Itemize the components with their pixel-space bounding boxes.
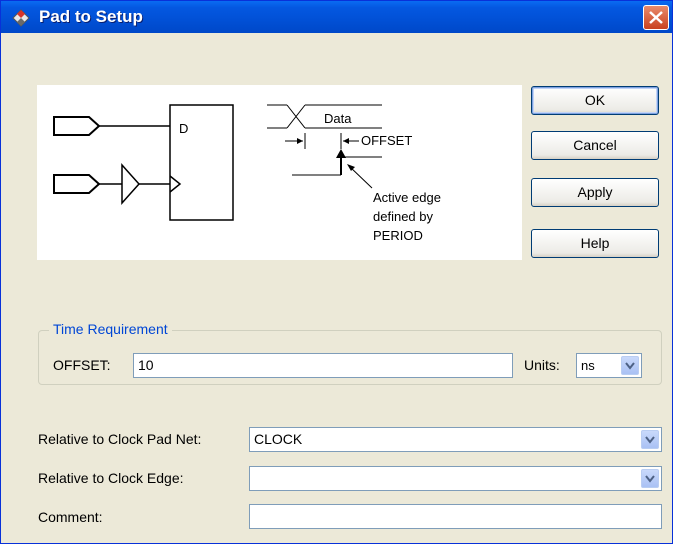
clock-edge-dropdown-button[interactable] [641,469,659,488]
clock-pad-net-select[interactable]: CLOCK [249,427,662,452]
chevron-down-icon [645,436,655,444]
title-bar[interactable]: Pad to Setup [1,1,672,33]
ok-button[interactable]: OK [531,86,659,115]
active-edge-line-1: Active edge [373,190,441,205]
offset-field-label: OFFSET: [53,357,111,373]
offset-label: OFFSET [361,133,412,148]
d-pin-label: D [179,121,188,136]
comment-label: Comment: [38,509,103,525]
apply-button[interactable]: Apply [531,178,659,207]
clock-edge-select[interactable] [249,466,662,491]
clock-pad-net-dropdown-button[interactable] [641,430,659,449]
data-signal-label: Data [324,111,352,126]
timing-diagram: D Data OFFSET Active edge defined by PER… [37,85,522,260]
clock-pad-net-value: CLOCK [254,431,303,447]
chevron-down-icon [625,362,635,370]
comment-input[interactable] [249,504,662,529]
units-label: Units: [524,357,560,373]
clock-buffer-symbol [121,163,141,205]
offset-input[interactable]: 10 [133,353,513,378]
cancel-button[interactable]: Cancel [531,131,659,160]
window-title: Pad to Setup [39,7,143,26]
clock-pad-symbol [53,174,101,194]
close-button[interactable] [643,5,669,30]
clock-pad-net-label: Relative to Clock Pad Net: [38,431,202,447]
active-edge-line-2: defined by [373,209,433,224]
data-pad-symbol [53,116,101,136]
close-icon [649,11,663,24]
help-button[interactable]: Help [531,229,659,258]
pad-to-setup-dialog: Pad to Setup D Data OFFSET Active edge d… [0,0,673,544]
app-icon [12,9,30,27]
chevron-down-icon [645,475,655,483]
units-value: ns [581,358,595,373]
clock-edge-label: Relative to Clock Edge: [38,470,184,486]
active-edge-line-3: PERIOD [373,228,423,243]
time-requirement-legend: Time Requirement [49,321,172,337]
units-dropdown-button[interactable] [621,356,639,375]
